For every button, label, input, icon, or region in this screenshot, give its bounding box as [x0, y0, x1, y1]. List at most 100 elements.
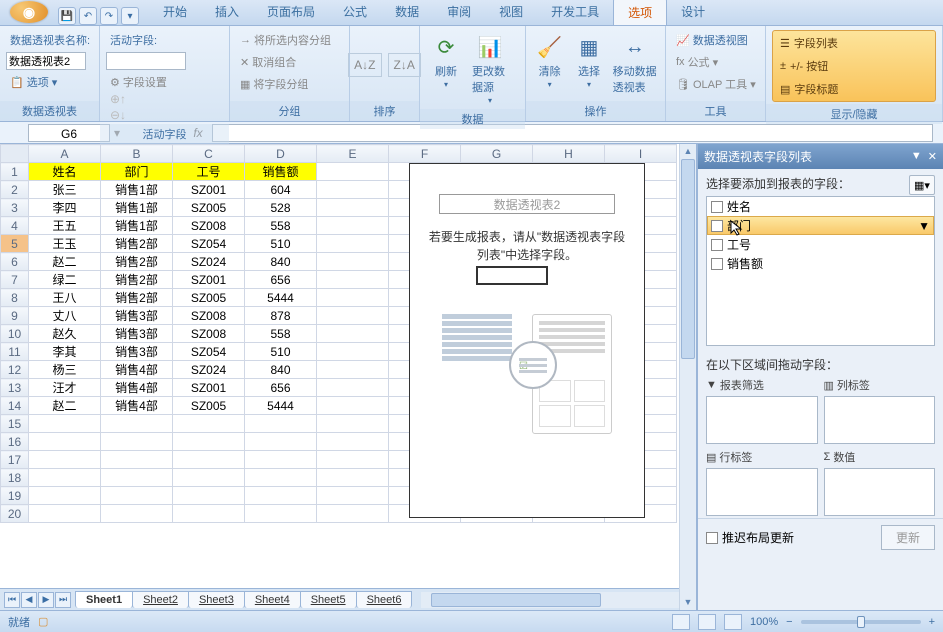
table-cell[interactable]: SZ001: [173, 271, 245, 289]
change-source-button[interactable]: 📊更改数据源▾: [470, 30, 510, 107]
horizontal-scrollbar[interactable]: [421, 592, 679, 608]
cell[interactable]: [245, 415, 317, 433]
col-header-I[interactable]: I: [605, 145, 677, 163]
cell[interactable]: [101, 433, 173, 451]
name-box[interactable]: G6: [28, 124, 110, 142]
field-row-姓名[interactable]: 姓名: [707, 197, 934, 216]
sheet-tab-Sheet3[interactable]: Sheet3: [188, 591, 245, 608]
cell[interactable]: [317, 289, 389, 307]
table-cell[interactable]: 5444: [245, 397, 317, 415]
cell[interactable]: [245, 505, 317, 523]
cell[interactable]: [317, 433, 389, 451]
table-cell[interactable]: 528: [245, 199, 317, 217]
field-pane-layout-icon[interactable]: ▦▾: [909, 175, 935, 195]
cell[interactable]: [245, 469, 317, 487]
qat-redo[interactable]: ↷: [100, 7, 118, 25]
field-list-toggle[interactable]: ☰字段列表: [774, 32, 934, 54]
sort-desc-button[interactable]: Z↓A: [388, 53, 421, 77]
field-row-销售额[interactable]: 销售额: [707, 254, 934, 273]
cell[interactable]: [173, 451, 245, 469]
plus-minus-toggle[interactable]: ±+/- 按钮: [774, 55, 934, 77]
table-cell[interactable]: SZ024: [173, 253, 245, 271]
table-cell[interactable]: 赵二: [29, 397, 101, 415]
col-header-D[interactable]: D: [245, 145, 317, 163]
ribbon-tab-页面布局[interactable]: 页面布局: [253, 0, 329, 25]
field-checkbox[interactable]: [711, 258, 723, 270]
row-header-18[interactable]: 18: [1, 469, 29, 487]
table-cell[interactable]: SZ054: [173, 343, 245, 361]
ribbon-tab-开发工具[interactable]: 开发工具: [537, 0, 613, 25]
row-header-15[interactable]: 15: [1, 415, 29, 433]
row-header-10[interactable]: 10: [1, 325, 29, 343]
table-cell[interactable]: 汪才: [29, 379, 101, 397]
select-button[interactable]: ▦选择▾: [571, 30, 606, 99]
ribbon-tab-公式[interactable]: 公式: [329, 0, 381, 25]
table-cell[interactable]: 销售1部: [101, 217, 173, 235]
cell[interactable]: [29, 451, 101, 469]
table-cell[interactable]: 510: [245, 235, 317, 253]
row-header-8[interactable]: 8: [1, 289, 29, 307]
table-cell[interactable]: 604: [245, 181, 317, 199]
cell[interactable]: [101, 451, 173, 469]
table-cell[interactable]: 878: [245, 307, 317, 325]
select-all-corner[interactable]: [1, 145, 29, 163]
table-cell[interactable]: 510: [245, 343, 317, 361]
col-header-H[interactable]: H: [533, 145, 605, 163]
qat-dropdown[interactable]: ▾: [121, 7, 139, 25]
cell[interactable]: [317, 361, 389, 379]
row-header-6[interactable]: 6: [1, 253, 29, 271]
table-cell[interactable]: SZ001: [173, 379, 245, 397]
area-filter-box[interactable]: [706, 396, 818, 444]
row-header-19[interactable]: 19: [1, 487, 29, 505]
sheet-tab-Sheet2[interactable]: Sheet2: [132, 591, 189, 608]
qat-undo[interactable]: ↶: [79, 7, 97, 25]
table-cell[interactable]: 李四: [29, 199, 101, 217]
table-cell[interactable]: 656: [245, 271, 317, 289]
field-pane-title-bar[interactable]: 数据透视表字段列表 ▼✕: [698, 144, 943, 169]
zoom-out-icon[interactable]: −: [786, 616, 792, 628]
table-cell[interactable]: 赵二: [29, 253, 101, 271]
table-cell[interactable]: SZ008: [173, 307, 245, 325]
cell[interactable]: [317, 163, 389, 181]
cell[interactable]: [173, 415, 245, 433]
row-header-20[interactable]: 20: [1, 505, 29, 523]
table-header-cell[interactable]: 销售额: [245, 163, 317, 181]
cell[interactable]: [245, 451, 317, 469]
table-cell[interactable]: SZ001: [173, 181, 245, 199]
view-layout[interactable]: [698, 614, 716, 630]
view-pagebreak[interactable]: [724, 614, 742, 630]
cell[interactable]: [317, 505, 389, 523]
table-cell[interactable]: SZ005: [173, 289, 245, 307]
cell[interactable]: [173, 487, 245, 505]
table-cell[interactable]: SZ054: [173, 235, 245, 253]
zoom-level[interactable]: 100%: [750, 616, 778, 628]
row-header-16[interactable]: 16: [1, 433, 29, 451]
table-cell[interactable]: 销售1部: [101, 199, 173, 217]
cell[interactable]: [317, 199, 389, 217]
row-header-13[interactable]: 13: [1, 379, 29, 397]
table-cell[interactable]: 张三: [29, 181, 101, 199]
cell[interactable]: [29, 469, 101, 487]
formula-input[interactable]: [212, 124, 933, 142]
table-cell[interactable]: 王八: [29, 289, 101, 307]
cell[interactable]: [245, 487, 317, 505]
office-button[interactable]: ◉: [10, 1, 48, 23]
table-cell[interactable]: 销售4部: [101, 397, 173, 415]
cell[interactable]: [317, 379, 389, 397]
table-cell[interactable]: 销售4部: [101, 361, 173, 379]
sheet-tab-Sheet1[interactable]: Sheet1: [75, 591, 133, 608]
cell[interactable]: [317, 415, 389, 433]
ribbon-tab-插入[interactable]: 插入: [201, 0, 253, 25]
cell[interactable]: [101, 487, 173, 505]
record-macro-icon[interactable]: ▢: [38, 615, 48, 628]
table-cell[interactable]: 赵久: [29, 325, 101, 343]
col-header-F[interactable]: F: [389, 145, 461, 163]
vertical-scrollbar[interactable]: ▲▼: [679, 144, 696, 610]
sheet-nav-next[interactable]: ▶: [38, 592, 54, 608]
table-cell[interactable]: 销售4部: [101, 379, 173, 397]
table-cell[interactable]: SZ005: [173, 199, 245, 217]
table-cell[interactable]: 李其: [29, 343, 101, 361]
row-header-1[interactable]: 1: [1, 163, 29, 181]
sort-asc-button[interactable]: A↓Z: [348, 53, 381, 77]
row-header-9[interactable]: 9: [1, 307, 29, 325]
